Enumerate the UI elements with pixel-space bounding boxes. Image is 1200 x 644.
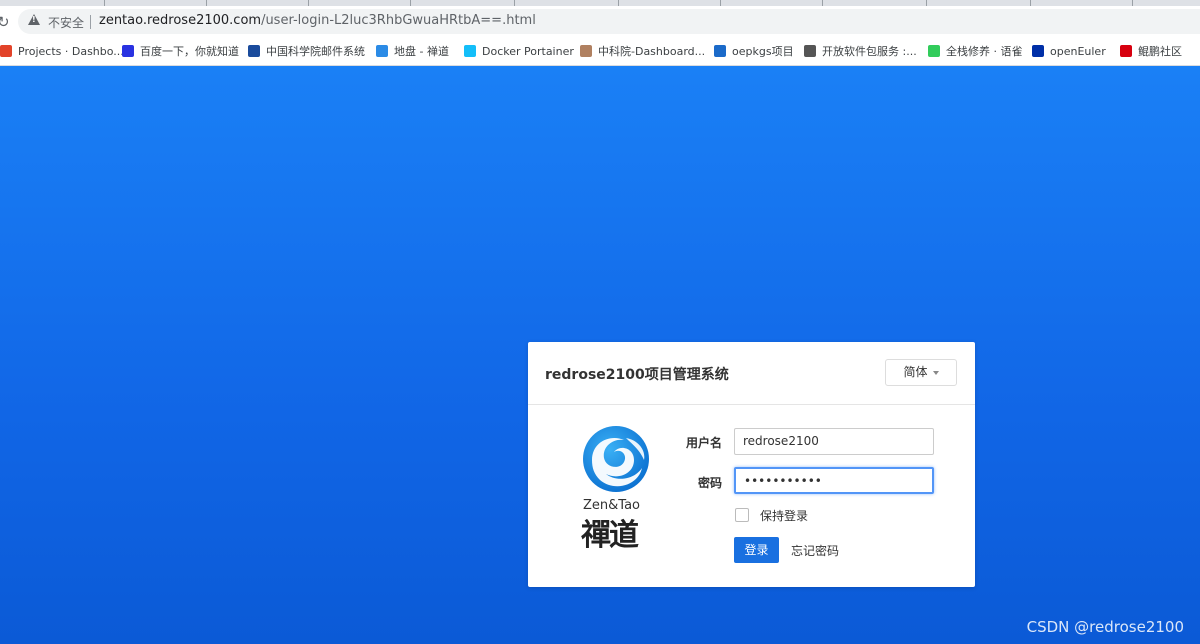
portainer-icon (464, 45, 476, 57)
forgot-password-link[interactable]: 忘记密码 (791, 542, 839, 559)
zentao-icon (376, 45, 388, 57)
reload-icon[interactable]: ↻ (0, 13, 10, 31)
globe-icon (804, 45, 816, 57)
bookmark-item[interactable]: 中科院-Dashboard... (580, 43, 705, 59)
warning-icon[interactable] (28, 14, 40, 25)
bookmarks-bar: Projects · Dashbo... 百度一下，你就知道 中国科学院邮件系统 地盘… (0, 37, 1200, 66)
login-panel: redrose2100项目管理系统 简体 Zen&Tao 禪道 用户名 redr… (528, 342, 975, 587)
browser-chrome: ↻ 不安全 zentao.redrose2100.com/user-login-… (0, 0, 1200, 66)
login-button[interactable]: 登录 (734, 537, 779, 563)
bookmark-label: 地盘 - 禅道 (394, 45, 449, 58)
baidu-icon (122, 45, 134, 57)
logo-chinese-text: 禪道 (581, 518, 639, 553)
address-separator (90, 15, 91, 29)
remember-label[interactable]: 保持登录 (760, 507, 808, 524)
bookmark-label: openEuler (1050, 44, 1106, 58)
kunpeng-icon (1120, 45, 1132, 57)
username-input[interactable]: redrose2100 (734, 428, 934, 455)
watermark: CSDN @redrose2100 (1026, 618, 1184, 636)
bookmark-label: 开放软件包服务 :... (822, 45, 917, 58)
system-title: redrose2100项目管理系统 (545, 367, 729, 383)
bookmark-label: Docker Portainer (482, 44, 574, 58)
bookmark-item[interactable]: 地盘 - 禅道 (376, 43, 449, 59)
bookmark-item[interactable]: 鲲鹏社区 (1120, 43, 1182, 59)
zentao-logo: Zen&Tao 禪道 (580, 426, 660, 553)
bookmark-item[interactable]: openEuler (1032, 43, 1106, 59)
bookmark-item[interactable]: oepkgs项目 (714, 43, 794, 59)
avatar-icon (580, 45, 592, 57)
bookmark-item[interactable]: 全栈修养 · 语雀 (928, 43, 1023, 59)
link-icon (714, 45, 726, 57)
remember-checkbox[interactable] (735, 508, 749, 522)
address-bar-row: ↻ 不安全 zentao.redrose2100.com/user-login-… (0, 6, 1200, 37)
bookmark-label: Projects · Dashbo... (18, 44, 124, 58)
url-path: /user-login-L2luc3RhbGwuaHRtbA==.html (261, 13, 536, 28)
url-host: zentao.redrose2100.com (99, 13, 262, 28)
security-label[interactable]: 不安全 (48, 14, 84, 31)
bookmark-label: oepkgs项目 (732, 45, 794, 58)
bookmark-item[interactable]: Docker Portainer (464, 43, 574, 59)
caret-down-icon (932, 370, 939, 375)
bookmark-item[interactable]: 百度一下，你就知道 (122, 43, 239, 59)
language-label: 简体 (903, 365, 928, 379)
url-text[interactable]: zentao.redrose2100.com/user-login-L2luc3… (99, 13, 536, 28)
bookmark-item[interactable]: 中国科学院邮件系统 (248, 43, 365, 59)
bookmark-label: 鲲鹏社区 (1138, 45, 1182, 58)
bookmark-label: 中国科学院邮件系统 (266, 45, 365, 58)
password-input[interactable]: ••••••••••• (734, 467, 934, 494)
bookmark-label: 中科院-Dashboard... (598, 45, 706, 58)
password-label: 密码 (697, 476, 722, 490)
gitlab-icon (0, 45, 12, 57)
mail-icon (248, 45, 260, 57)
bookmark-label: 百度一下，你就知道 (140, 45, 239, 58)
openeuler-icon (1032, 45, 1044, 57)
yuque-icon (928, 45, 940, 57)
bookmark-label: 全栈修养 · 语雀 (946, 45, 1023, 58)
panel-header: redrose2100项目管理系统 简体 (528, 342, 975, 405)
language-dropdown[interactable]: 简体 (885, 359, 957, 386)
bookmark-item[interactable]: 开放软件包服务 :... (804, 43, 917, 59)
username-label: 用户名 (685, 436, 722, 450)
address-bar[interactable]: 不安全 zentao.redrose2100.com/user-login-L2… (18, 9, 1200, 34)
bookmark-item[interactable]: Projects · Dashbo... (0, 43, 124, 59)
